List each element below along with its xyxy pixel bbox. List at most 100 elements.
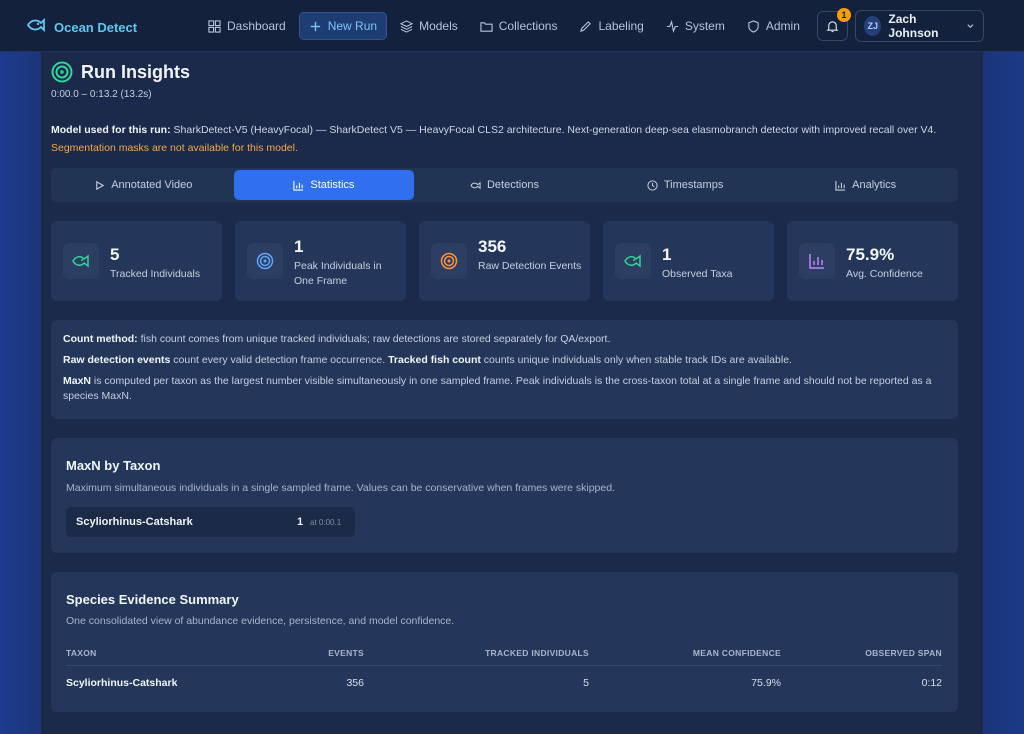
table-cell-tracked: 5 [583, 677, 589, 689]
target-icon [247, 243, 283, 279]
activity-icon [666, 19, 678, 33]
section-title: Species Evidence Summary [66, 592, 239, 607]
nav-collections[interactable]: Collections [471, 12, 567, 40]
bar-chart-icon [293, 180, 304, 191]
stat-label: Avg. Confidence [846, 268, 923, 280]
play-icon [96, 180, 105, 190]
tab-detections[interactable]: Detections [414, 170, 595, 200]
tab-timestamps[interactable]: Timestamps [595, 170, 776, 200]
stat-card-avg-confidence: 75.9% Avg. Confidence [787, 221, 958, 301]
avatar: ZJ [864, 16, 882, 36]
stat-value: 5 [110, 245, 120, 264]
nav-admin[interactable]: Admin [738, 12, 809, 40]
stat-label: Observed Taxa [662, 268, 733, 280]
nav-label: Collections [498, 19, 558, 33]
main-nav: Dashboard New Run Models Collections Lab… [199, 12, 809, 40]
column-header-span: OBSERVED SPAN [865, 648, 942, 658]
section-subtitle: Maximum simultaneous individuals in a si… [66, 482, 615, 494]
method-paragraph: MaxN is computed per taxon as the larges… [63, 374, 946, 404]
column-header-tracked: TRACKED INDIVIDUALS [485, 648, 589, 658]
tab-label: Statistics [310, 179, 355, 191]
method-text: counts unique individuals only when stab… [480, 354, 792, 366]
column-header-taxon: TAXON [66, 648, 97, 658]
table-cell-taxon: Scyliorhinus-Catshark [66, 677, 178, 689]
stat-label: Peak Individuals in One Frame [294, 260, 382, 287]
method-term: MaxN [63, 375, 92, 387]
stat-card-peak-individuals: 1 Peak Individuals in One Frame [235, 221, 406, 301]
method-text: count every valid detection frame occurr… [170, 354, 389, 366]
method-term: Count method: [63, 333, 138, 345]
count-method-info: Count method: fish count comes from uniq… [51, 320, 958, 419]
maxn-timestamp: at 0:00.1 [310, 518, 342, 527]
nav-system[interactable]: System [657, 12, 734, 40]
user-name: Zach Johnson [888, 12, 939, 40]
section-subtitle: One consolidated view of abundance evide… [66, 615, 455, 627]
fish-icon [615, 243, 651, 279]
tab-label: Timestamps [663, 179, 724, 191]
model-label: Model used for this run: [51, 124, 171, 136]
bell-icon [826, 20, 839, 32]
bar-chart-icon [799, 243, 835, 279]
tab-label: Analytics [852, 179, 897, 191]
maxn-taxon-chip[interactable]: Scyliorhinus-Catshark 1 at 0:00.1 [66, 507, 355, 537]
chevron-down-icon [967, 24, 974, 29]
taxon-name: Scyliorhinus-Catshark [76, 516, 193, 528]
bar-chart-icon [835, 180, 846, 191]
stat-value: 75.9% [846, 245, 895, 264]
tab-label: Detections [486, 179, 539, 191]
stat-value: 1 [662, 245, 672, 264]
model-description: Model used for this run: SharkDetect-V5 … [51, 124, 971, 136]
stat-value: 1 [294, 237, 304, 256]
table-cell-events: 356 [346, 677, 364, 689]
nav-label: Admin [765, 19, 800, 33]
time-range: 0:00.0 – 0:13.2 (13.2s) [51, 89, 152, 100]
clock-icon [647, 179, 658, 191]
fish-icon [63, 243, 99, 279]
target-icon [51, 61, 73, 83]
species-evidence-section: Species Evidence Summary One consolidate… [51, 572, 958, 712]
nav-new-run[interactable]: New Run [298, 12, 388, 40]
folder-icon [480, 21, 493, 32]
maxn-by-taxon-section: MaxN by Taxon Maximum simultaneous indiv… [51, 438, 958, 553]
segmentation-note: Segmentation masks are not available for… [51, 142, 298, 154]
nav-label: Models [419, 19, 458, 33]
method-text: is computed per taxon as the largest num… [63, 375, 932, 402]
fish-icon [470, 181, 481, 189]
notifications-button[interactable]: 1 [817, 8, 851, 41]
nav-label: Labeling [598, 19, 644, 33]
tab-label: Annotated Video [111, 179, 193, 191]
top-bar: Ocean Detect Dashboard New Run Models Co… [0, 0, 1024, 52]
notification-badge: 1 [837, 8, 851, 22]
nav-label: Dashboard [227, 19, 286, 33]
stat-card-observed-taxa: 1 Observed Taxa [603, 221, 774, 301]
insight-tabs: Annotated Video Statistics Detections Ti… [51, 168, 958, 202]
tab-analytics[interactable]: Analytics [775, 170, 956, 200]
fish-logo-icon [26, 15, 46, 40]
nav-labeling[interactable]: Labeling [570, 12, 652, 40]
method-paragraph: Raw detection events count every valid d… [63, 353, 946, 368]
maxn-count: 1 [297, 516, 304, 528]
stat-label: Tracked Individuals [110, 268, 201, 280]
stat-value: 356 [478, 237, 507, 256]
table-divider [66, 665, 942, 666]
dashboard-icon [208, 19, 221, 33]
stat-label: Raw Detection Events [478, 260, 582, 272]
table-cell-confidence: 75.9% [751, 677, 781, 689]
user-menu[interactable]: ZJ Zach Johnson [855, 10, 984, 42]
tab-annotated-video[interactable]: Annotated Video [53, 170, 234, 200]
page-header: Run Insights [51, 61, 190, 83]
model-text: SharkDetect-V5 (HeavyFocal) — SharkDetec… [173, 124, 937, 136]
shield-icon [748, 19, 759, 33]
method-term: Raw detection events [63, 354, 171, 366]
layers-icon [400, 19, 414, 33]
method-text: fish count comes from unique tracked ind… [137, 333, 611, 345]
nav-models[interactable]: Models [391, 12, 467, 40]
plus-icon [310, 21, 320, 31]
brand[interactable]: Ocean Detect [26, 15, 137, 40]
stat-card-tracked-individuals: 5 Tracked Individuals [51, 221, 222, 301]
column-header-confidence: MEAN CONFIDENCE [692, 648, 781, 658]
tab-statistics[interactable]: Statistics [233, 170, 415, 200]
nav-dashboard[interactable]: Dashboard [199, 12, 295, 40]
method-paragraph: Count method: fish count comes from uniq… [63, 332, 946, 347]
nav-label: New Run [327, 19, 378, 33]
